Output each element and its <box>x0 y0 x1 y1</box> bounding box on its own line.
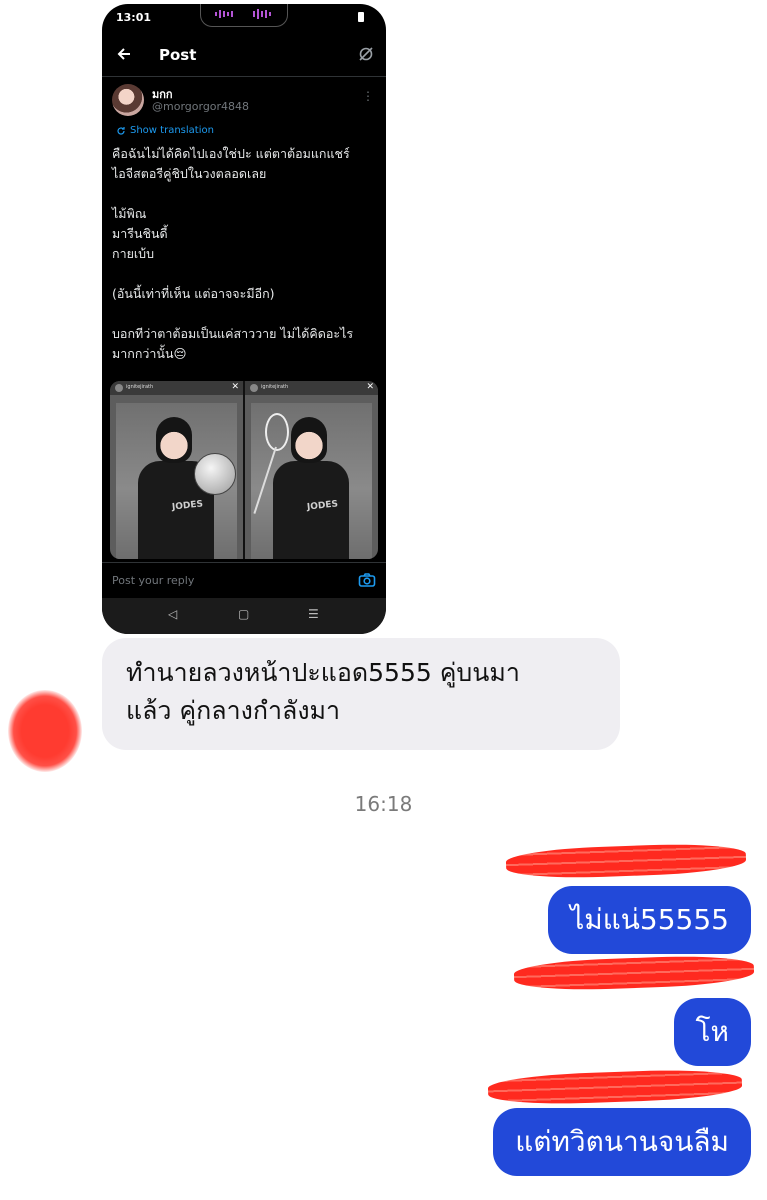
jersey-text: JODES <box>171 499 204 513</box>
sender-avatar-redacted <box>8 690 82 772</box>
story-header: ignitejirath ✕ <box>110 381 243 395</box>
story-account: ignitejirath <box>261 384 289 390</box>
nav-back-icon[interactable]: ◁ <box>168 607 177 621</box>
author-avatar[interactable] <box>112 84 144 116</box>
battery-icon <box>358 12 364 22</box>
player-head <box>291 417 327 463</box>
status-time: 13:01 <box>116 11 152 24</box>
outgoing-message[interactable]: โห <box>673 998 751 1066</box>
reply-bar[interactable]: Post your reply <box>102 562 386 599</box>
redaction-scribble <box>513 953 755 993</box>
story-avatar <box>250 384 258 392</box>
story-account: ignitejirath <box>126 384 154 390</box>
story-header: ignitejirath ✕ <box>245 381 378 395</box>
outgoing-message-text: โห <box>695 1015 730 1048</box>
close-icon: ✕ <box>231 382 239 392</box>
grok-icon[interactable] <box>358 46 374 62</box>
post-header: Post <box>102 32 386 77</box>
story-screenshot: ignitejirath ✕ JODES <box>110 381 243 559</box>
status-bar: 13:01 <box>102 4 386 32</box>
show-translation-link[interactable]: Show translation <box>116 125 214 136</box>
incoming-message-text: ทำนายลวงหน้าปะแอด5555 คู่บนมา แล้ว คู่กล… <box>126 658 520 725</box>
badminton-racket <box>265 413 289 451</box>
player-head <box>156 417 192 463</box>
basketball <box>194 453 236 495</box>
story-avatar <box>115 384 123 392</box>
close-icon: ✕ <box>366 382 374 392</box>
message-timestamp: 16:18 <box>354 792 413 816</box>
jersey-text: JODES <box>306 499 339 513</box>
outgoing-message[interactable]: ไม่แน่55555 <box>548 886 751 954</box>
outgoing-message[interactable]: แต่ทวิตนานจนลืม <box>493 1108 751 1176</box>
system-navigation-bar: ◁ ▢ ☰ <box>102 598 386 634</box>
outgoing-message-text: แต่ทวิตนานจนลืม <box>515 1125 729 1158</box>
player-photo: JODES <box>251 403 372 559</box>
more-options-icon[interactable]: ⋮ <box>362 90 374 102</box>
back-arrow-icon[interactable] <box>116 46 132 62</box>
nav-recents-icon[interactable]: ☰ <box>308 607 319 621</box>
redaction-scribble <box>505 841 747 881</box>
tweet-media[interactable]: ignitejirath ✕ JODES ignitejirath ✕ JODE… <box>110 381 378 559</box>
page-title: Post <box>159 46 197 64</box>
story-screenshot: ignitejirath ✕ JODES <box>245 381 378 559</box>
reply-input[interactable]: Post your reply <box>112 574 194 587</box>
author-handle[interactable]: @morgorgor4848 <box>152 100 249 113</box>
camera-icon[interactable] <box>358 572 376 588</box>
tweet-text: คือฉันไม่ได้คิดไปเองใช่ปะ แต่ตาต้อมแกแชร… <box>112 146 354 361</box>
incoming-message[interactable]: ทำนายลวงหน้าปะแอด5555 คู่บนมา แล้ว คู่กล… <box>102 638 620 750</box>
redaction-scribble <box>487 1067 743 1107</box>
translate-icon <box>117 126 125 135</box>
outgoing-message-text: ไม่แน่55555 <box>570 903 729 936</box>
dynamic-island <box>200 4 288 27</box>
shared-post-screenshot[interactable]: 13:01 Post มกก @morgorgor4848 ⋮ Show tra… <box>102 4 386 634</box>
show-translation-label: Show translation <box>130 125 214 136</box>
jersey: JODES <box>273 461 349 559</box>
player-photo: JODES <box>116 403 237 559</box>
nav-home-icon[interactable]: ▢ <box>238 607 249 621</box>
